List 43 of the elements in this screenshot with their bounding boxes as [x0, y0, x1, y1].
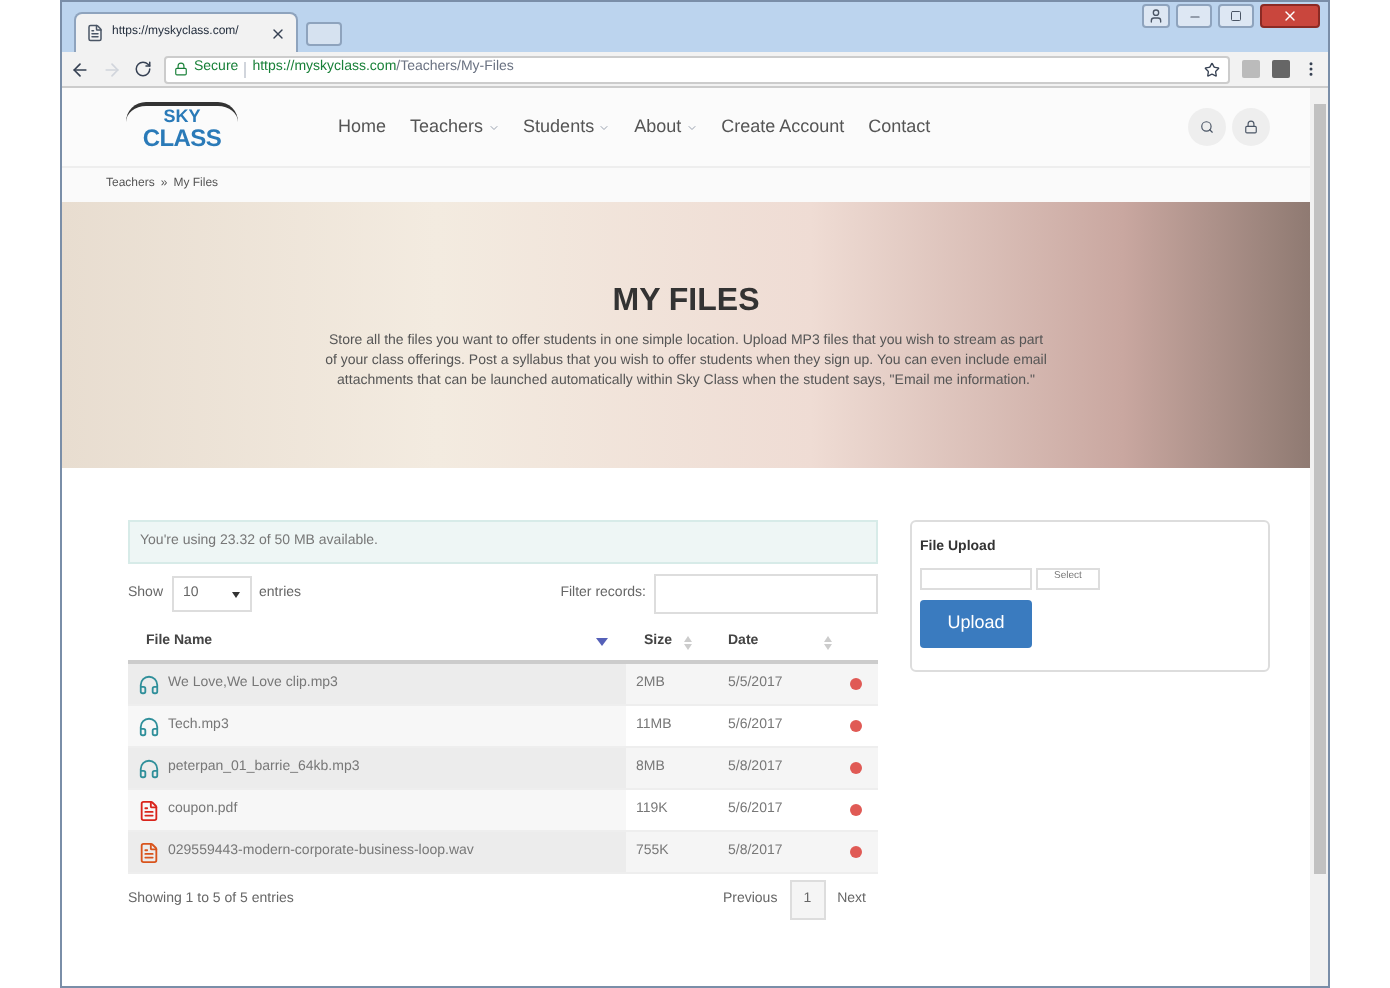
search-icon: [1200, 120, 1214, 134]
nav-link[interactable]: Home: [338, 113, 387, 141]
scrollbar[interactable]: [1310, 88, 1328, 986]
maximize-button[interactable]: [1218, 4, 1254, 28]
page-title: MY FILES: [612, 282, 760, 322]
chevron-icon: [487, 121, 500, 133]
back-icon[interactable]: [70, 59, 90, 79]
logo[interactable]: SKY CLASS: [126, 101, 238, 153]
nav-link[interactable]: Students: [523, 113, 611, 141]
bookmark-star-icon[interactable]: [1204, 61, 1220, 77]
lock-icon: [174, 62, 188, 76]
nav-link[interactable]: Contact: [868, 113, 931, 141]
delete-icon[interactable]: [850, 762, 862, 774]
delete-icon[interactable]: [850, 804, 862, 816]
pdf-file-icon: [138, 799, 160, 821]
delete-icon[interactable]: [850, 720, 862, 732]
file-path-field[interactable]: [920, 567, 1032, 589]
close-icon: [1282, 8, 1298, 24]
audio-file-icon: [138, 841, 160, 863]
dropdown-caret-icon: [231, 591, 240, 597]
nav-link[interactable]: About: [634, 113, 698, 141]
headphones-icon: [138, 673, 160, 695]
close-window-button[interactable]: [1260, 4, 1320, 28]
delete-icon[interactable]: [850, 678, 862, 690]
user-icon: [1148, 8, 1164, 24]
chevron-icon: [685, 121, 698, 133]
filter-field[interactable]: [654, 574, 878, 614]
nav-link[interactable]: Teachers: [410, 113, 500, 141]
nav-link[interactable]: Create Account: [721, 113, 845, 141]
login-button[interactable]: [1232, 108, 1270, 146]
close-icon[interactable]: [270, 25, 286, 41]
headphones-icon: [138, 715, 160, 737]
lock-icon: [1244, 120, 1258, 134]
upload-button[interactable]: Upload: [920, 599, 1032, 647]
reload-icon[interactable]: [134, 60, 152, 78]
delete-icon[interactable]: [850, 846, 862, 858]
headphones-icon: [138, 757, 160, 779]
new-tab-button[interactable]: [306, 22, 342, 46]
profile-button[interactable]: [1142, 4, 1170, 28]
page-icon: [86, 24, 104, 42]
maximize-icon: [1230, 10, 1242, 22]
search-button[interactable]: [1188, 108, 1226, 146]
chevron-icon: [598, 121, 611, 133]
